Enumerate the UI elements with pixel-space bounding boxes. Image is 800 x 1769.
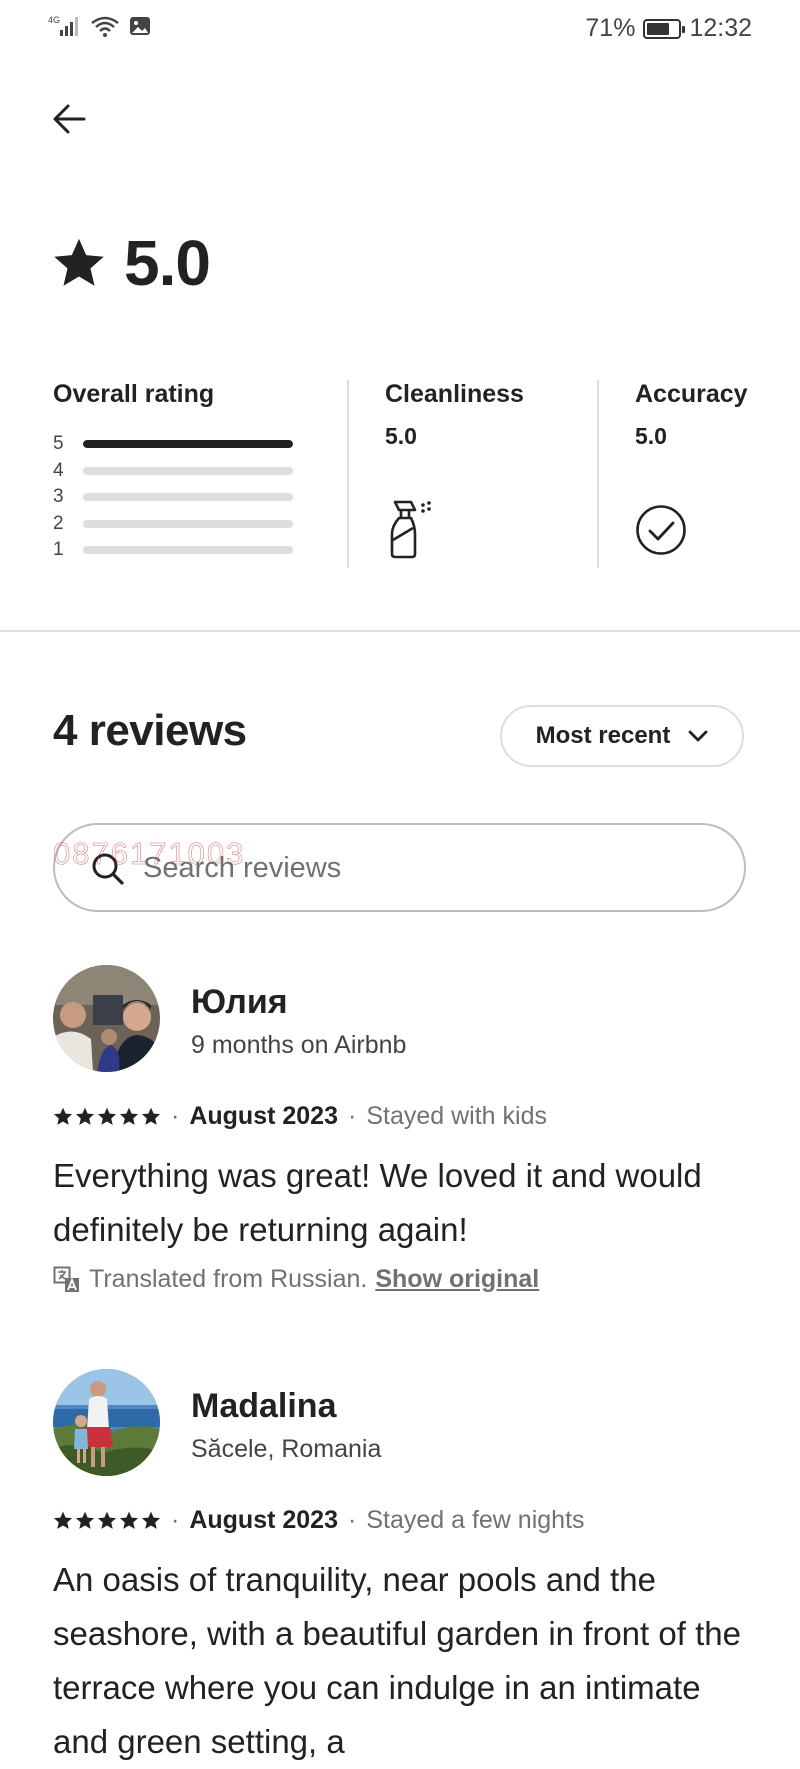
overall-rating-value: 5.0 xyxy=(124,227,211,299)
distribution-label: 5 xyxy=(53,433,64,455)
separator-dot: · xyxy=(348,1506,357,1534)
review-date: August 2023 xyxy=(189,1506,338,1534)
star-rating xyxy=(53,1511,161,1530)
review-text: Everything was great! We loved it and wo… xyxy=(53,1157,702,1248)
review-item: Юлия 9 months on Airbnb · August 2023 · … xyxy=(53,965,753,1305)
distribution-row: 2 xyxy=(53,511,303,538)
arrow-left-icon xyxy=(53,104,86,134)
search-icon xyxy=(92,853,124,885)
translation-note: Translated from Russian. Show original xyxy=(53,1265,539,1294)
rating-categories: Overall rating 5 4 3 2 1 Cleanliness 5.0 Acc… xyxy=(53,380,800,570)
distribution-label: 1 xyxy=(53,539,64,561)
section-divider xyxy=(0,630,800,632)
clock: 12:32 xyxy=(689,14,752,42)
avatar[interactable] xyxy=(53,1369,160,1476)
check-circle-icon xyxy=(635,504,687,561)
signal-icon: 4G xyxy=(48,14,82,43)
star-icon xyxy=(141,1511,161,1529)
reviews-count-title: 4 reviews xyxy=(53,706,247,755)
star-icon xyxy=(141,1107,161,1125)
distribution-label: 4 xyxy=(53,459,64,481)
divider xyxy=(347,380,349,568)
distribution-row: 5 xyxy=(53,431,303,458)
category-value: 5.0 xyxy=(635,423,667,449)
separator-dot: · xyxy=(171,1506,180,1534)
chevron-down-icon xyxy=(688,730,708,742)
search-input[interactable] xyxy=(143,843,703,893)
reviewer-name: Юлия xyxy=(191,983,288,1021)
star-icon xyxy=(75,1511,95,1529)
distribution-row: 3 xyxy=(53,484,303,511)
star-rating xyxy=(53,1107,161,1126)
overall-rating-label: Overall rating xyxy=(53,380,215,408)
separator-dot: · xyxy=(171,1102,180,1130)
star-icon xyxy=(119,1511,139,1529)
star-icon xyxy=(119,1107,139,1125)
distribution-row: 1 xyxy=(53,537,303,564)
status-icons-right: 71% 12:32 xyxy=(585,14,752,43)
rating-header: 5.0 xyxy=(52,226,211,300)
trip-type: Stayed a few nights xyxy=(366,1506,585,1534)
star-icon xyxy=(97,1511,117,1529)
reviewer-subtitle: Săcele, Romania xyxy=(191,1435,382,1463)
distribution-row: 4 xyxy=(53,458,303,485)
translate-icon xyxy=(53,1266,79,1292)
battery-level xyxy=(647,22,669,35)
spray-bottle-icon xyxy=(385,500,435,565)
sort-dropdown[interactable]: Most recent xyxy=(500,705,744,767)
gallery-notification-icon xyxy=(128,14,152,43)
back-button[interactable] xyxy=(48,96,94,142)
distribution-label: 2 xyxy=(53,512,64,534)
trip-type: Stayed with kids xyxy=(366,1102,547,1130)
distribution-bar xyxy=(83,519,293,528)
divider xyxy=(597,380,599,568)
category-label: Accuracy xyxy=(635,380,748,408)
review-date: August 2023 xyxy=(189,1102,338,1130)
distribution-label: 3 xyxy=(53,486,64,508)
battery-percent: 71% xyxy=(585,14,636,42)
review-item: Madalina Săcele, Romania · August 2023 ·… xyxy=(53,1369,753,1760)
wifi-icon xyxy=(90,14,120,43)
category-accuracy: Accuracy 5.0 xyxy=(635,380,748,555)
category-value: 5.0 xyxy=(385,423,417,449)
avatar[interactable] xyxy=(53,965,160,1072)
separator-dot: · xyxy=(348,1102,357,1130)
distribution-bar xyxy=(83,546,293,555)
star-icon xyxy=(54,238,104,286)
svg-text:4G: 4G xyxy=(48,15,60,25)
distribution-bar-fill xyxy=(83,440,293,449)
rating-distribution: 5 4 3 2 1 xyxy=(53,431,303,564)
status-bar: 4G 71% 12:32 xyxy=(0,0,800,56)
reviewer-name: Madalina xyxy=(191,1387,337,1425)
battery-icon xyxy=(643,18,686,39)
star-icon xyxy=(97,1107,117,1125)
star-icon xyxy=(53,1107,73,1125)
distribution-bar xyxy=(83,466,293,475)
category-cleanliness: Cleanliness 5.0 xyxy=(385,380,524,559)
review-text: An oasis of tranquility, near pools and … xyxy=(53,1561,741,1760)
star-icon xyxy=(75,1107,95,1125)
translated-text: Translated from Russian. xyxy=(89,1265,368,1293)
distribution-bar xyxy=(83,493,293,502)
review-meta: · August 2023 · Stayed with kids xyxy=(53,1102,547,1131)
show-original-link[interactable]: Show original xyxy=(375,1265,539,1294)
review-meta: · August 2023 · Stayed a few nights xyxy=(53,1506,585,1535)
sort-label: Most recent xyxy=(535,722,671,749)
star-icon xyxy=(53,1511,73,1529)
distribution-bar xyxy=(83,440,293,449)
reviewer-subtitle: 9 months on Airbnb xyxy=(191,1031,407,1059)
search-box[interactable] xyxy=(53,823,746,912)
overall-rating-breakdown: Overall rating 5 4 3 2 1 xyxy=(53,380,303,564)
status-icons-left: 4G xyxy=(48,14,152,43)
category-label: Cleanliness xyxy=(385,380,524,408)
